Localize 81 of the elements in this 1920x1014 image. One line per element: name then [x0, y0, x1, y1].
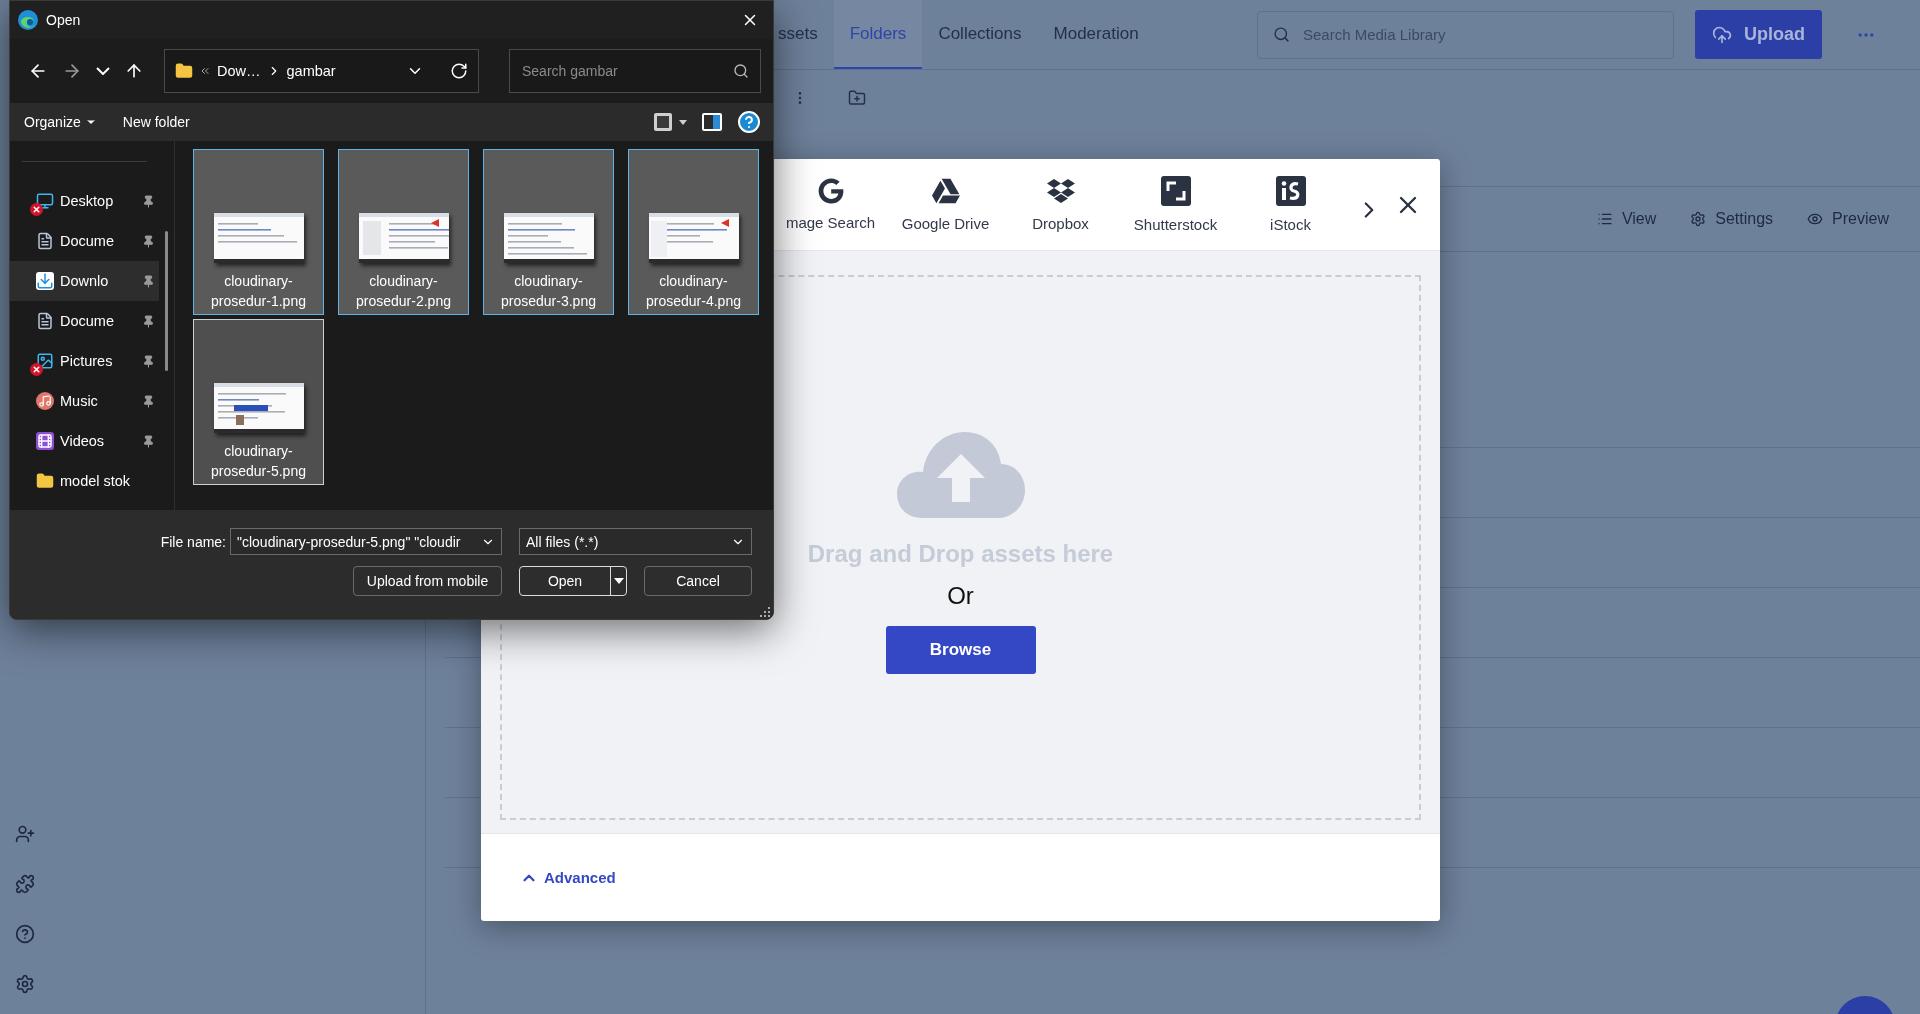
settings-icon[interactable]	[15, 974, 35, 994]
list-icon	[1596, 211, 1613, 227]
source-tab[interactable]: Dropbox	[1003, 159, 1118, 251]
cloud-upload-icon	[896, 431, 1025, 518]
breadcrumb[interactable]: Dow…	[217, 62, 261, 79]
file-type-dropdown[interactable]: All files (*.*)	[519, 528, 752, 555]
film-icon	[36, 432, 54, 451]
search-field[interactable]: Search Media Library	[1257, 10, 1674, 59]
dark-tile-icon	[1275, 176, 1306, 206]
file-tile[interactable]: cloudinary-prosedur-2.png	[338, 149, 469, 316]
box-stack-icon	[1046, 177, 1075, 205]
file-name-field[interactable]: "cloudinary-prosedur-5.png" "cloudir	[230, 528, 502, 555]
open-button[interactable]: Open	[519, 566, 627, 596]
toolbar-action[interactable]: Settings	[1684, 209, 1780, 229]
browser-logo-icon	[18, 9, 38, 30]
monitor-icon	[36, 192, 54, 211]
pin-icon	[142, 234, 156, 248]
pin-icon	[142, 314, 156, 328]
source-tab[interactable]: Google Drive	[888, 159, 1003, 251]
refresh-icon[interactable]	[450, 61, 468, 80]
scrollbar-thumb[interactable]	[165, 231, 169, 372]
source-tab[interactable]: mage Search	[773, 159, 888, 251]
toolbar-action[interactable]: Preview	[1801, 209, 1895, 229]
browse-button[interactable]: Browse	[885, 625, 1036, 674]
address-bar[interactable]: Dow… gambar	[164, 48, 479, 93]
error-badge-icon	[30, 363, 43, 377]
folder-icon	[36, 472, 54, 491]
command-button[interactable]: New folder	[122, 114, 190, 131]
search-icon	[1273, 25, 1290, 43]
search-icon	[733, 62, 749, 79]
dialog-button[interactable]: Cancel	[644, 566, 752, 596]
music-note-icon	[36, 392, 54, 411]
nav-pane-item[interactable]: Docume	[10, 301, 160, 342]
nav-pane-item[interactable]: Videos	[10, 421, 160, 462]
download-icon	[36, 272, 54, 291]
puzzle-icon[interactable]	[15, 874, 35, 894]
pin-icon	[142, 434, 156, 448]
pin-icon	[142, 354, 156, 368]
chevron-down-icon	[96, 66, 110, 75]
file-tile[interactable]: cloudinary-prosedur-3.png	[483, 149, 614, 316]
new-folder-icon[interactable]	[848, 89, 866, 107]
advanced-link[interactable]: Advanced	[520, 868, 616, 887]
folder-icon	[175, 61, 193, 80]
error-badge-icon	[30, 203, 43, 217]
eye-icon	[1807, 211, 1824, 227]
nav-pane-item[interactable]: Docume	[10, 221, 160, 262]
upload-button[interactable]: Upload	[1695, 10, 1822, 59]
dialog-title: Open	[46, 11, 82, 28]
pin-icon	[142, 194, 156, 208]
command-button[interactable]: Organize	[24, 114, 97, 131]
source-tab[interactable]: Shutterstock	[1118, 159, 1233, 251]
preview-pane-icon[interactable]	[701, 112, 723, 133]
toolbar-action[interactable]: View	[1590, 209, 1663, 229]
pin-icon	[142, 394, 156, 408]
cloud-upload-icon	[1712, 24, 1732, 45]
caret-icon[interactable]	[613, 578, 624, 584]
nav-pane-item[interactable]: Desktop	[10, 181, 160, 222]
nav-pane-item[interactable]: Downlo	[10, 261, 160, 302]
document-icon	[36, 232, 54, 251]
resize-grip-icon[interactable]	[760, 607, 770, 617]
dialog-button[interactable]: Upload from mobile	[353, 566, 502, 596]
triangle-logo-icon	[931, 177, 960, 205]
file-name-label: File name:	[160, 533, 226, 550]
nav-pane-item[interactable]: model stok	[10, 461, 160, 502]
file-tile[interactable]: cloudinary-prosedur-5.png	[193, 319, 324, 486]
view-mode-icon[interactable]	[653, 112, 687, 133]
nav-pane-item[interactable]: Pictures	[10, 341, 160, 382]
file-tile[interactable]: cloudinary-prosedur-1.png	[193, 149, 324, 316]
g-letter-icon	[817, 178, 844, 204]
add-user-icon[interactable]	[15, 824, 35, 844]
gear-icon	[1690, 211, 1707, 227]
search-field[interactable]: Search gambar	[509, 48, 761, 93]
pin-icon	[142, 274, 156, 288]
frame-corners-icon	[1160, 176, 1191, 206]
document-icon	[36, 312, 54, 331]
breadcrumb[interactable]: gambar	[286, 62, 336, 79]
or-label: Or	[947, 581, 974, 610]
source-tab[interactable]: iStock	[1233, 159, 1348, 251]
file-tile[interactable]: cloudinary-prosedur-4.png	[628, 149, 759, 316]
image-icon	[36, 352, 54, 371]
nav-pane-item[interactable]: Music	[10, 381, 160, 422]
